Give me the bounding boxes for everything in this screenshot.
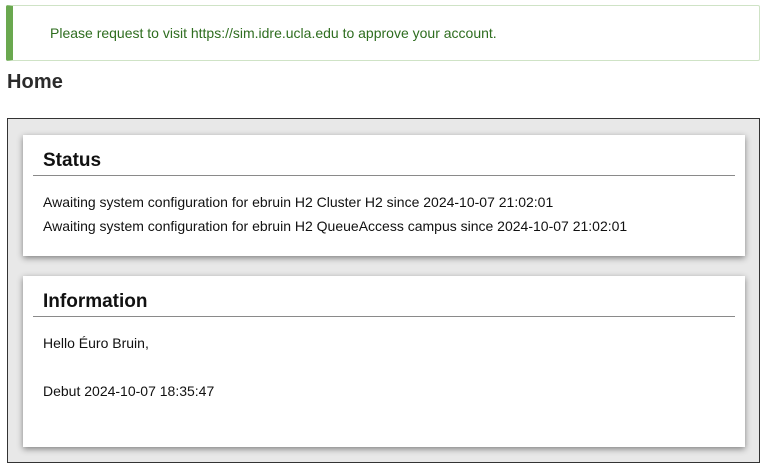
status-body: Awaiting system configuration for ebruin… <box>23 176 745 238</box>
status-line-queue: Awaiting system configuration for ebruin… <box>43 218 628 234</box>
information-panel: Information Hello Éuro Bruin, Debut 2024… <box>23 276 745 447</box>
page-title: Home <box>7 71 63 93</box>
status-panel: Status Awaiting system configuration for… <box>23 135 745 256</box>
status-line-cluster: Awaiting system configuration for ebruin… <box>43 194 554 210</box>
debut-text: Debut 2024-10-07 18:35:47 <box>43 383 215 399</box>
approval-alert: Please request to visit https://sim.idre… <box>6 5 760 61</box>
information-heading: Information <box>33 276 735 317</box>
information-body: Hello Éuro Bruin, Debut 2024-10-07 18:35… <box>23 317 745 403</box>
status-heading: Status <box>33 135 735 176</box>
main-content: Status Awaiting system configuration for… <box>7 118 760 463</box>
greeting-text: Hello Éuro Bruin, <box>43 335 149 351</box>
alert-message: Please request to visit https://sim.idre… <box>50 25 497 41</box>
